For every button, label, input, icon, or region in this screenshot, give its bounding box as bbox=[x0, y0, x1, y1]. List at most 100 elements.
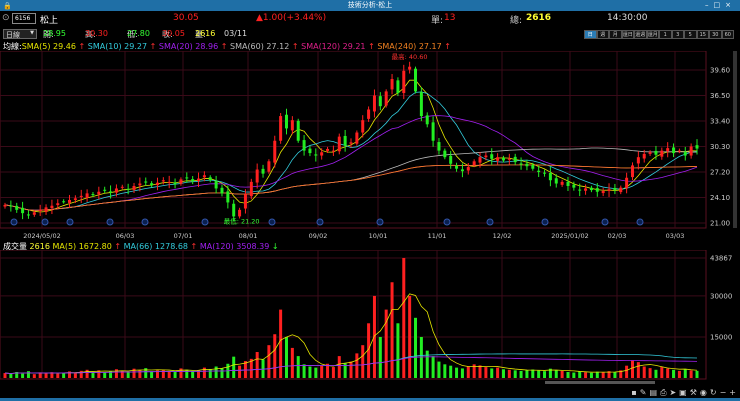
zoom-out-icon[interactable]: − bbox=[720, 388, 727, 398]
period-button-6[interactable]: 1 bbox=[659, 30, 672, 39]
reset-icon[interactable]: ↻ bbox=[710, 388, 717, 398]
volume-bar bbox=[648, 368, 652, 378]
candle-body bbox=[109, 191, 113, 193]
period-button-3[interactable]: 還日 bbox=[621, 30, 634, 39]
volume-bar bbox=[396, 323, 400, 378]
zoom-in-icon[interactable]: + bbox=[729, 388, 736, 398]
candle-body bbox=[566, 181, 570, 186]
print-icon[interactable]: ⎙ bbox=[660, 388, 666, 398]
period-button-2[interactable]: 月 bbox=[609, 30, 622, 39]
quote-time: 14:30:00 bbox=[607, 13, 648, 23]
volume-bar bbox=[308, 366, 312, 378]
candle-body bbox=[695, 145, 699, 149]
volume-bar bbox=[296, 356, 300, 378]
volume-bar bbox=[355, 353, 359, 378]
sma-legend-item: SMA(20) 28.96 bbox=[158, 42, 219, 51]
cursor-icon[interactable]: ➤ bbox=[669, 388, 676, 398]
stock-code-input[interactable]: 6156 bbox=[12, 13, 36, 24]
chevron-down-icon: ▼ bbox=[30, 30, 34, 36]
volume-bar bbox=[337, 356, 341, 378]
tools-icon[interactable]: ⚒ bbox=[690, 388, 697, 398]
price-change: ▲1.00(+3.44%) bbox=[256, 13, 327, 23]
hide-icon[interactable]: ▪ bbox=[631, 388, 636, 398]
volume-bar bbox=[572, 372, 576, 378]
candle-body bbox=[38, 209, 42, 211]
event-marker-icon bbox=[41, 218, 49, 226]
candle-body bbox=[279, 116, 283, 141]
volume-bar bbox=[402, 258, 406, 378]
volume-frame bbox=[0, 250, 707, 380]
volume-bar bbox=[584, 372, 588, 378]
crop-icon[interactable]: ▣ bbox=[679, 388, 687, 398]
candle-body bbox=[337, 136, 341, 152]
event-marker-icon bbox=[66, 218, 74, 226]
volume-bar bbox=[191, 371, 195, 378]
volume-chart[interactable]: 43867 30000 15000 bbox=[0, 250, 740, 385]
candle-body bbox=[630, 165, 634, 178]
candle-body bbox=[560, 181, 564, 185]
period-select[interactable]: 日線 ▼ bbox=[3, 29, 37, 39]
sma-legend-item: SMA(5) 29.46 bbox=[21, 42, 76, 51]
candle-body bbox=[161, 180, 165, 182]
candle-body bbox=[343, 135, 347, 146]
bar-date: 03/11 bbox=[224, 29, 248, 38]
candle-body bbox=[613, 187, 617, 191]
candle-body bbox=[197, 178, 201, 182]
volume-bar bbox=[466, 366, 470, 378]
candle-body bbox=[677, 150, 681, 152]
candle-body bbox=[56, 203, 60, 206]
volume-bar bbox=[9, 373, 13, 378]
candle-body bbox=[578, 189, 582, 191]
period-button-1[interactable]: 週 bbox=[596, 30, 609, 39]
candle-body bbox=[414, 68, 418, 92]
candle-body bbox=[396, 80, 400, 94]
candle-body bbox=[472, 161, 476, 166]
volume-bar bbox=[85, 369, 89, 378]
low-value: 27.80 bbox=[127, 29, 150, 38]
pen-icon[interactable]: ✎ bbox=[640, 388, 647, 398]
volume-bar bbox=[150, 371, 154, 378]
x-tick-label: 12/02 bbox=[493, 232, 512, 239]
period-button-10[interactable]: 30 bbox=[709, 30, 722, 39]
window-icon[interactable]: ▤ bbox=[650, 388, 658, 398]
period-button-8[interactable]: 5 bbox=[684, 30, 697, 39]
candle-body bbox=[50, 205, 54, 209]
total-volume: 2616 bbox=[526, 13, 552, 23]
period-button-7[interactable]: 3 bbox=[671, 30, 684, 39]
candle-body bbox=[367, 109, 371, 119]
price-chart[interactable]: 2024/05/02 06/03 07/01 08/01 09/02 10/01 11/01… bbox=[0, 51, 740, 239]
candle-body bbox=[320, 152, 324, 156]
horizontal-scrollbar[interactable] bbox=[545, 381, 655, 384]
arrow-up-icon: ↑ bbox=[289, 42, 302, 51]
arrow-up-icon: ↑ bbox=[218, 42, 230, 51]
high-annotation: 最高: 40.60 bbox=[392, 52, 428, 61]
period-button-0[interactable]: 日 bbox=[584, 30, 597, 39]
candle-body bbox=[191, 179, 195, 182]
period-button-5[interactable]: 還月 bbox=[646, 30, 659, 39]
candle-body bbox=[179, 179, 183, 184]
volume-bar bbox=[437, 361, 441, 378]
candle-body bbox=[572, 184, 576, 188]
candle-body bbox=[73, 198, 77, 200]
candle-body bbox=[496, 157, 500, 161]
candle-body bbox=[138, 183, 142, 186]
candle-body bbox=[85, 193, 89, 198]
candle-body bbox=[431, 122, 435, 141]
sma-60-line bbox=[4, 147, 698, 211]
y-tick-label: 33.40 bbox=[710, 118, 730, 126]
settings-icon[interactable]: ⊙ bbox=[2, 13, 10, 23]
period-button-9[interactable]: 15 bbox=[696, 30, 709, 39]
volume-bar bbox=[677, 370, 681, 378]
candle-body bbox=[554, 178, 558, 184]
event-marker-icon bbox=[443, 218, 451, 226]
arrow-up-icon: ↑ bbox=[441, 42, 451, 51]
candle-body bbox=[425, 115, 429, 125]
x-tick-label: 10/01 bbox=[369, 232, 388, 239]
eye-icon[interactable]: ◉ bbox=[700, 388, 707, 398]
event-marker-icon bbox=[601, 218, 609, 226]
period-button-4[interactable]: 還週 bbox=[634, 30, 647, 39]
volume-bar bbox=[320, 365, 324, 378]
period-button-11[interactable]: 60 bbox=[721, 30, 734, 39]
vertical-scrollbar[interactable] bbox=[733, 51, 737, 228]
window-controls[interactable]: –□× bbox=[705, 0, 736, 11]
